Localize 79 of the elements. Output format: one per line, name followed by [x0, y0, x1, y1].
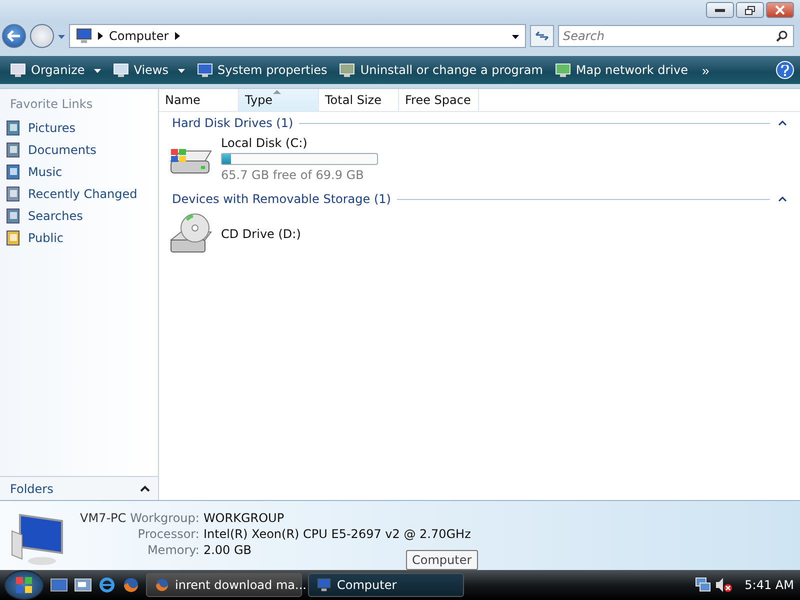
help-icon[interactable]: [776, 61, 794, 79]
close-button[interactable]: [766, 2, 794, 18]
sidebar-item[interactable]: Music: [0, 161, 158, 183]
sidebar-title: Favorite Links: [9, 96, 94, 113]
windows-logo: [15, 576, 33, 594]
forward-button[interactable]: [30, 24, 54, 48]
toolbar-button[interactable]: System properties: [192, 60, 332, 80]
toolbar-button[interactable]: Map network drive: [550, 60, 692, 80]
minimize-icon: [715, 8, 725, 12]
detail-value: 2.00 GB: [203, 543, 253, 557]
window-switch-icon[interactable]: [74, 577, 92, 593]
restore-icon: [745, 6, 755, 14]
network-drive-icon: [554, 62, 571, 78]
detail-label: Processor:: [136, 527, 200, 541]
back-button[interactable]: [2, 24, 26, 48]
sidebar-item[interactable]: Searches: [0, 205, 158, 227]
group-title: Devices with Removable Storage (1): [172, 192, 391, 206]
column-header[interactable]: Type: [239, 89, 319, 111]
browser-e-icon[interactable]: [98, 576, 116, 594]
address-bar[interactable]: Computer: [69, 24, 526, 48]
computer-icon: [196, 62, 212, 78]
detail-value: Intel(R) Xeon(R) CPU E5-2697 v2 @ 2.70GHz: [203, 527, 471, 541]
installer-icon: [339, 62, 356, 78]
tooltip: Computer: [406, 550, 478, 570]
computer-name: VM7-PC: [80, 511, 126, 525]
detail-label: Workgroup:: [130, 511, 200, 525]
search-icon: [776, 30, 788, 42]
sort-arrow-icon: [273, 90, 281, 94]
collapse-button[interactable]: [776, 194, 788, 204]
toolbar-button[interactable]: Organize: [6, 60, 105, 80]
sidebar-item[interactable]: Documents: [0, 139, 158, 161]
free-space-text: 65.7 GB free of 69.9 GB: [221, 168, 365, 182]
caret-icon: [58, 33, 65, 40]
clock: 5:41 AM: [744, 578, 794, 592]
detail-label: Memory:: [146, 543, 200, 557]
sidebar-item[interactable]: Public: [0, 227, 158, 249]
refresh-button[interactable]: [530, 25, 554, 47]
arrow-right-icon: [174, 32, 180, 40]
more-button[interactable]: »: [696, 62, 716, 78]
drive-item[interactable]: Local Disk (C:) 65.7 GB free of 69.9 GB: [159, 134, 800, 188]
caret-icon: [512, 33, 519, 40]
refresh-icon: [535, 30, 549, 42]
library-icon: [6, 164, 20, 180]
drive-item[interactable]: CD Drive (D:): [159, 210, 800, 262]
chevron-up-icon: [140, 485, 150, 492]
drive-name: Local Disk (C:): [221, 136, 308, 150]
arrow-right-icon: [98, 32, 103, 40]
toolbar-button[interactable]: Uninstall or change a program: [335, 60, 547, 80]
detail-value: WORKGROUP: [203, 511, 286, 525]
computer-icon: [317, 578, 331, 592]
restore-button[interactable]: [736, 2, 764, 18]
network-icon[interactable]: [694, 577, 711, 593]
group-title: Hard Disk Drives (1): [172, 116, 294, 130]
search-field[interactable]: Search: [558, 25, 794, 47]
computer-icon: [76, 28, 92, 44]
sidebar-item[interactable]: Recently Changed: [0, 183, 158, 205]
folder-icon: [6, 230, 20, 246]
library-icon: [6, 120, 20, 136]
close-icon: [775, 5, 785, 15]
sidebar-item[interactable]: Pictures: [0, 117, 158, 139]
muted-speaker-icon[interactable]: [714, 577, 733, 593]
library-icon: [6, 142, 20, 158]
collapse-button[interactable]: [776, 118, 788, 128]
minimize-button[interactable]: [706, 2, 734, 18]
desktop-icon[interactable]: [50, 577, 68, 593]
drive-name: CD Drive (D:): [221, 227, 301, 241]
toolbar-button[interactable]: Views: [108, 60, 188, 80]
back-arrow-icon: [7, 30, 21, 42]
pages-icon: [10, 62, 26, 78]
fox-globe-icon: [155, 578, 169, 592]
library-icon: [6, 208, 20, 224]
caret-icon: [178, 67, 184, 74]
fox-globe-icon[interactable]: [122, 576, 140, 594]
caret-icon: [94, 67, 101, 74]
library-icon: [6, 186, 20, 202]
folders-button[interactable]: Folders: [0, 476, 158, 500]
views-icon: [112, 62, 129, 78]
start-button[interactable]: [4, 570, 44, 600]
taskbar-button[interactable]: Computer: [308, 573, 464, 597]
